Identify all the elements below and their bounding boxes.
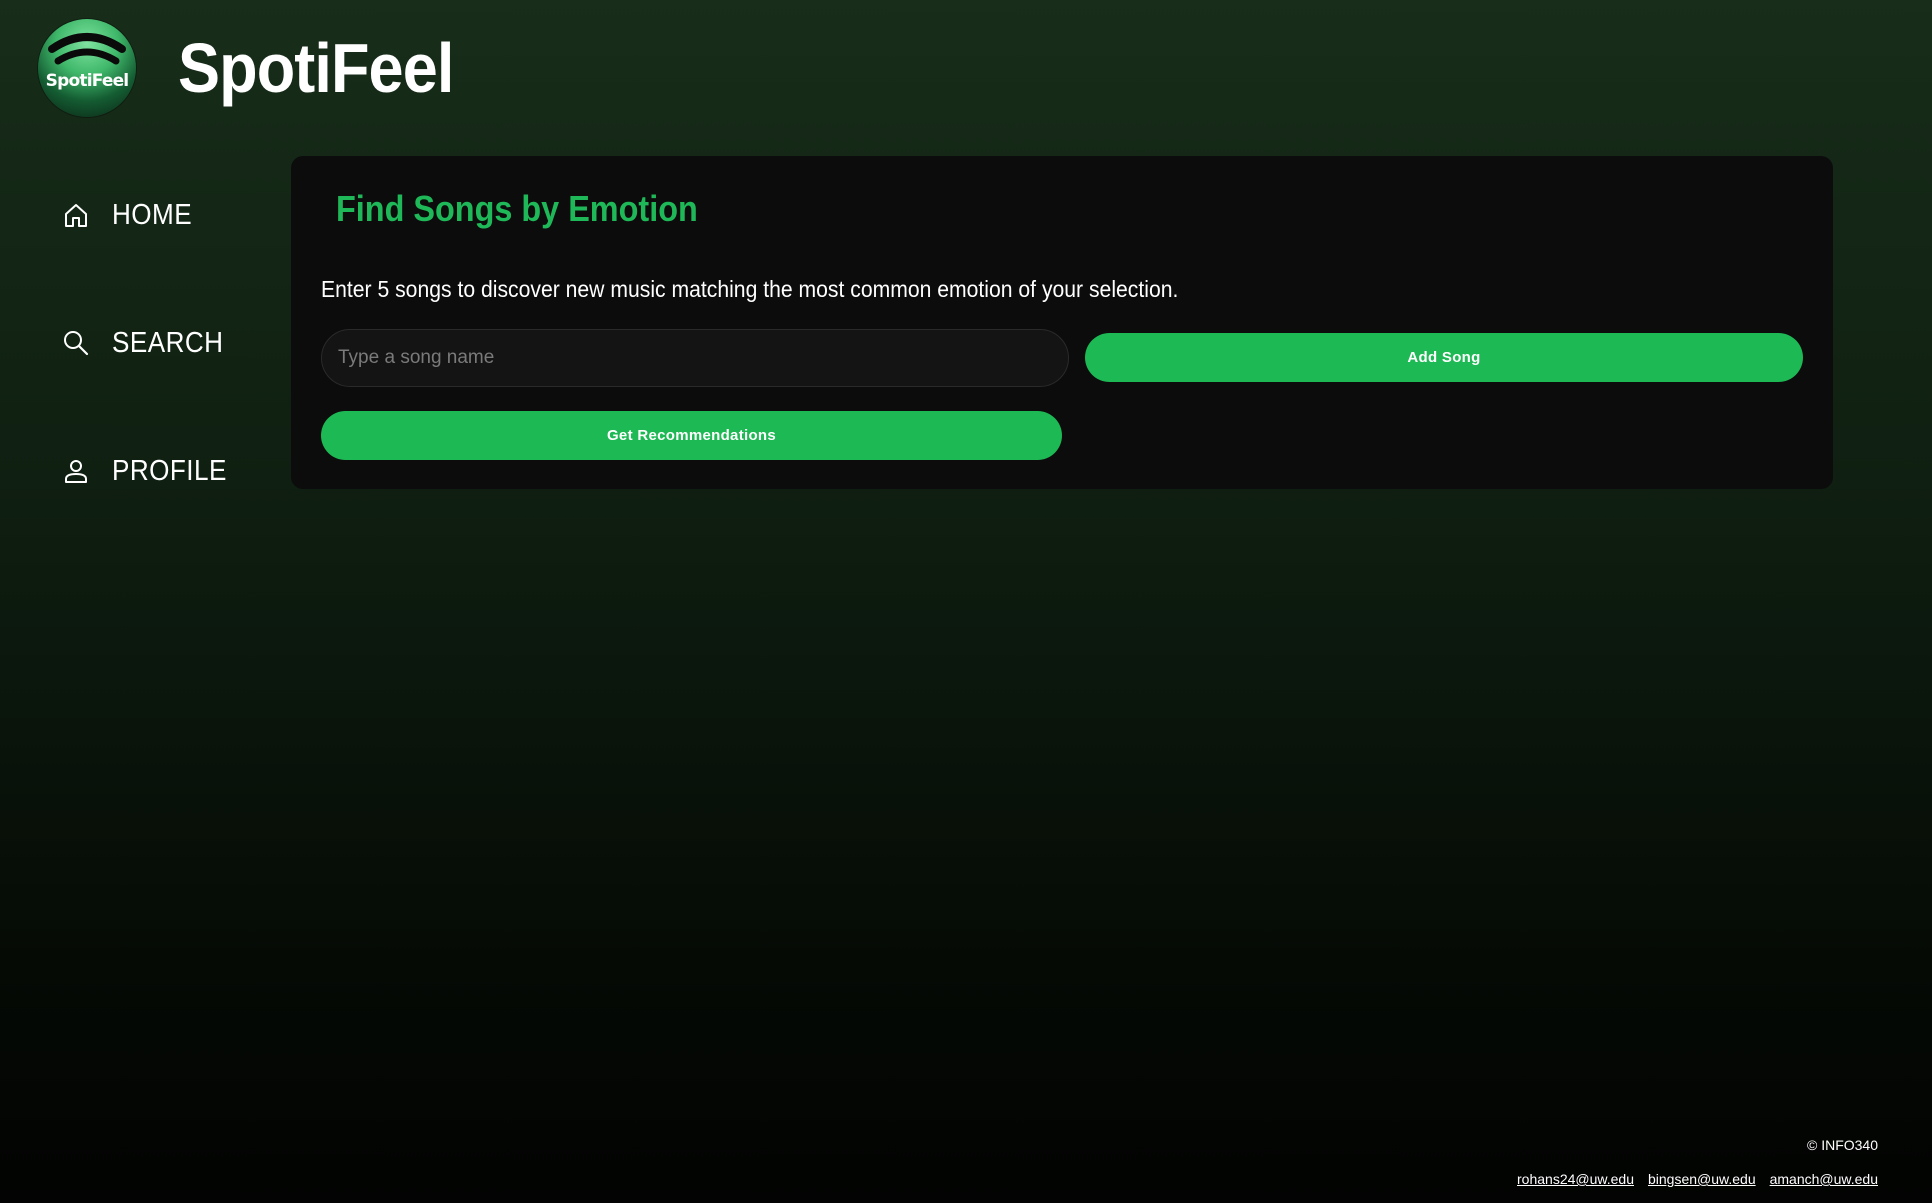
sidebar-item-label: HOME [112, 198, 193, 231]
sidebar-nav: HOME SEARCH PROFILE [62, 190, 282, 574]
get-recommendations-button[interactable]: Get Recommendations [321, 411, 1062, 460]
page-description: Enter 5 songs to discover new music matc… [321, 276, 1179, 302]
sidebar-item-label: PROFILE [112, 454, 227, 487]
copyright-text: © INFO340 [1806, 1137, 1878, 1153]
sidebar-item-label: SEARCH [112, 326, 224, 359]
user-icon [62, 457, 90, 485]
page-title: Find Songs by Emotion [336, 188, 698, 229]
email-link[interactable]: bingsen@uw.edu [1648, 1171, 1756, 1187]
home-icon [62, 201, 90, 229]
app-header: SpotiFeel SpotiFeel [38, 19, 484, 117]
footer-email-links: rohans24@uw.edu bingsen@uw.edu amanch@uw… [1517, 1171, 1878, 1187]
logo-text: SpotiFeel [45, 71, 129, 91]
search-icon [62, 329, 90, 357]
app-logo[interactable]: SpotiFeel [38, 19, 136, 117]
sidebar-item-search[interactable]: SEARCH [62, 318, 282, 368]
song-name-input[interactable] [321, 329, 1069, 387]
sidebar-item-home[interactable]: HOME [62, 190, 282, 240]
sidebar-item-profile[interactable]: PROFILE [62, 446, 282, 496]
emotion-search-card: Find Songs by Emotion Enter 5 songs to d… [291, 156, 1833, 489]
email-link[interactable]: amanch@uw.edu [1770, 1171, 1878, 1187]
email-link[interactable]: rohans24@uw.edu [1517, 1171, 1634, 1187]
sound-waves-icon [48, 33, 126, 65]
app-title: SpotiFeel [178, 29, 454, 107]
add-song-button[interactable]: Add Song [1085, 333, 1803, 382]
